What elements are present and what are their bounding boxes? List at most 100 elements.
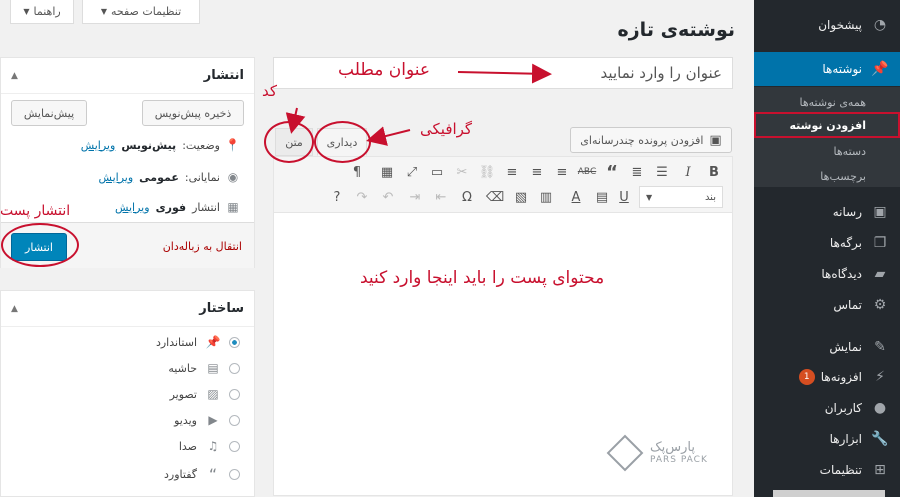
outdent-icon[interactable]: ⇤ <box>431 187 451 207</box>
submenu-all-posts[interactable]: همه‌ی نوشته‌ها <box>754 90 900 114</box>
strikethrough-icon[interactable]: ABC <box>577 162 597 182</box>
format-box-header[interactable]: ساختار ▲ <box>1 291 254 327</box>
annotation-graphic: گرافیکی <box>420 120 473 138</box>
video-icon: ▶ <box>208 413 218 427</box>
format-option-video[interactable]: ▶ ویدیو <box>174 413 240 427</box>
sidebar-item-media[interactable]: ▣ رسانه <box>754 197 900 227</box>
sidebar-item-contact[interactable]: ⚙ تماس <box>754 290 900 320</box>
sidebar-item-label: نمایش <box>829 340 862 354</box>
visibility-label: نمایانی: <box>184 170 220 184</box>
collapse-arrow-icon[interactable]: ▲ <box>11 71 18 81</box>
special-char-icon[interactable]: Ω <box>457 187 477 207</box>
submenu-tags[interactable]: برچسب‌ها <box>754 164 900 188</box>
title-placeholder: عنوان را وارد نمایید <box>600 64 722 82</box>
status-edit-link[interactable]: ویرایش <box>81 139 116 152</box>
indent-icon[interactable]: ⇥ <box>405 187 425 207</box>
format-option-audio[interactable]: ♫ صدا <box>179 439 240 453</box>
publish-box-header[interactable]: انتشار ▲ <box>1 58 254 94</box>
help-tab[interactable]: راهنما ▼ <box>10 0 74 24</box>
format-select[interactable]: بند ▼ <box>639 186 723 208</box>
submenu-categories[interactable]: دسته‌ها <box>754 139 900 163</box>
sidebar-item-tools[interactable]: 🔧 ابزارها <box>754 424 900 454</box>
user-icon: ● <box>873 400 887 416</box>
status-row: 📍 وضعیت: پیش‌نویس ویرایش <box>81 138 240 152</box>
pin-icon: 📍 <box>225 138 240 152</box>
italic-icon[interactable]: I <box>678 162 698 182</box>
screen-options-tab[interactable]: تنظیمات صفحه ▼ <box>82 0 200 24</box>
eye-icon: ◉ <box>227 170 239 184</box>
paste-text-icon[interactable]: ▥ <box>536 187 556 207</box>
format-option-label: تصویر <box>169 387 197 401</box>
screen-options-label: تنظیمات صفحه <box>110 5 182 18</box>
schedule-label: انتشار <box>192 200 220 214</box>
sidebar-item-users[interactable]: ● کاربران <box>754 393 900 423</box>
radio-button[interactable] <box>229 362 240 374</box>
format-option-aside[interactable]: ▤ حاشیه <box>168 361 240 375</box>
justify-icon[interactable]: ▤ <box>592 187 612 207</box>
save-draft-button[interactable]: ذخیره پیش‌نویس <box>142 100 244 126</box>
watermark-latin: PARS PACK <box>650 455 708 465</box>
format-option-image[interactable]: ▨ تصویر <box>170 387 240 401</box>
format-option-label: حاشیه <box>168 361 197 375</box>
sidebar-item-plugins[interactable]: ⚡ افزونه‌ها 1 <box>754 362 900 392</box>
calendar-icon: ▦ <box>227 200 239 214</box>
numbered-list-icon[interactable]: ≣ <box>627 162 647 182</box>
sidebar-item-posts[interactable]: 📌 نوشته‌ها <box>746 52 900 86</box>
radio-button[interactable] <box>229 440 240 452</box>
settings-icon: ⊞ <box>874 462 886 478</box>
sidebar-item-label: ابزارها <box>829 432 862 446</box>
clear-formatting-icon[interactable]: ⌫ <box>485 187 505 207</box>
align-right-icon[interactable]: ≡ <box>552 162 572 182</box>
sidebar-item-dashboard[interactable]: ◔ پیشخوان <box>754 10 900 40</box>
bulleted-list-icon[interactable]: ☰ <box>652 162 672 182</box>
dashboard-icon: ◔ <box>873 17 887 33</box>
preview-label: پیش‌نمایش <box>23 106 75 120</box>
horizontal-scrollbar[interactable] <box>773 490 885 497</box>
sidebar-item-label: برگه‌ها <box>829 236 862 250</box>
schedule-edit-link[interactable]: ویرایش <box>115 201 150 214</box>
radio-button[interactable] <box>229 336 240 348</box>
pin-icon: 📌 <box>205 335 221 349</box>
fullscreen-icon[interactable]: ⤢ <box>402 162 422 182</box>
text-color-icon[interactable]: A <box>566 187 586 207</box>
format-option-label: صدا <box>178 439 197 453</box>
pilcrow-icon[interactable]: ¶ <box>347 162 367 182</box>
visibility-edit-link[interactable]: ویرایش <box>99 171 134 184</box>
sidebar-item-appearance[interactable]: ✎ نمایش <box>754 332 900 362</box>
more-tag-icon[interactable]: ▭ <box>427 162 447 182</box>
radio-button[interactable] <box>229 469 240 480</box>
underline-icon[interactable]: U <box>614 187 634 207</box>
parspack-watermark: پارس‌پک PARS PACK <box>606 434 708 472</box>
blockquote-icon[interactable]: “ <box>602 162 622 183</box>
radio-button[interactable] <box>229 414 240 426</box>
paste-word-icon[interactable]: ▧ <box>511 187 531 207</box>
redo-icon[interactable]: ↷ <box>352 187 372 207</box>
visibility-row: ◉ نمایانی: عمومی ویرایش <box>99 170 240 184</box>
trash-link[interactable]: انتقال به زباله‌دان <box>163 240 242 253</box>
undo-icon[interactable]: ↶ <box>378 187 398 207</box>
toolbar-toggle-icon[interactable]: ▦ <box>377 162 397 182</box>
format-option-standard[interactable]: 📌 استاندارد <box>156 335 240 349</box>
annotation-arrow-visual <box>366 126 411 146</box>
align-center-icon[interactable]: ≡ <box>527 162 547 182</box>
help-icon[interactable]: ? <box>327 187 347 207</box>
format-option-quote[interactable]: “ گفتاورد <box>164 465 240 484</box>
radio-button[interactable] <box>229 388 240 400</box>
preview-button[interactable]: پیش‌نمایش <box>11 100 87 126</box>
bold-icon[interactable]: B <box>704 162 724 182</box>
sidebar-item-settings[interactable]: ⊞ تنظیمات <box>754 455 900 485</box>
sidebar-item-label: رسانه <box>832 205 862 219</box>
annotation-code: کد <box>262 82 278 100</box>
sidebar-item-pages[interactable]: ❐ برگه‌ها <box>754 228 900 258</box>
media-icon: ▣ <box>873 204 887 220</box>
collapse-arrow-icon[interactable]: ▲ <box>11 304 18 314</box>
align-left-icon[interactable]: ≡ <box>502 162 522 182</box>
link-icon[interactable]: ⛓ <box>477 162 497 182</box>
annotation-content-here: محتوای پست را باید اینجا وارد کنید <box>360 268 605 288</box>
sidebar-item-label: پیشخوان <box>818 18 862 32</box>
unlink-icon[interactable]: ✂ <box>452 162 472 182</box>
status-label: وضعیت: <box>182 138 220 152</box>
add-media-button[interactable]: ▣ افزودن پرونده چندرسانه‌ای <box>570 127 732 153</box>
sidebar-item-comments[interactable]: ▰ دیدگاه‌ها <box>754 259 900 289</box>
sidebar-item-label: تماس <box>833 298 862 312</box>
